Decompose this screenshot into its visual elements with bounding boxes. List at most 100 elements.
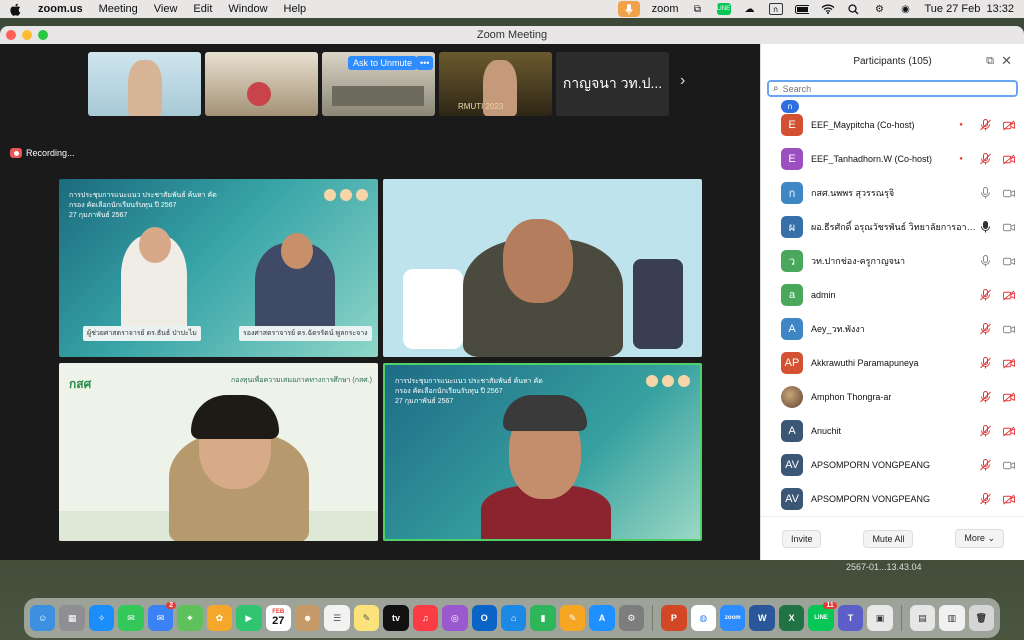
pages-icon[interactable]: ✎ xyxy=(559,605,586,631)
video-tile[interactable] xyxy=(383,179,702,357)
mic-icon[interactable] xyxy=(979,187,991,199)
mic-muted-icon[interactable] xyxy=(979,153,991,165)
mic-muted-icon[interactable] xyxy=(979,289,991,301)
calendar-icon[interactable]: FEB 27 xyxy=(265,605,291,631)
participant-row[interactable]: A Anuchit xyxy=(761,414,1024,448)
zoom-status-label[interactable]: zoom xyxy=(652,3,679,15)
participant-row[interactable]: A Aey_วท.พังงา xyxy=(761,312,1024,346)
video-icon[interactable] xyxy=(1003,459,1015,471)
apple-tv-icon[interactable]: tv xyxy=(383,605,409,631)
mic-muted-icon[interactable] xyxy=(979,493,991,505)
mic-muted-icon[interactable] xyxy=(979,425,991,437)
video-off-icon[interactable] xyxy=(1003,493,1015,505)
more-button[interactable]: More ⌄ xyxy=(955,529,1004,548)
video-tile[interactable]: การประชุมการแนะแนว ประชาสัมพันธ์ ค้นหา ค… xyxy=(59,179,378,357)
video-tile[interactable]: กสศ กองทุนเพื่อความเสมอภาคทางการศึกษา (ก… xyxy=(59,363,378,541)
video-tile-active-speaker[interactable]: การประชุมการแนะแนว ประชาสัมพันธ์ ค้นหา ค… xyxy=(383,363,702,541)
menu-window[interactable]: Window xyxy=(228,3,267,15)
photos-icon[interactable]: ✿ xyxy=(206,605,233,631)
notes-icon[interactable]: ✎ xyxy=(353,605,380,631)
video-off-icon[interactable] xyxy=(1003,153,1015,165)
video-off-icon[interactable] xyxy=(1003,425,1015,437)
participant-row[interactable]: a admin xyxy=(761,278,1024,312)
maps-icon[interactable]: ⌖ xyxy=(177,605,203,631)
chevron-right-icon[interactable]: › xyxy=(680,72,685,90)
music-icon[interactable]: ♫ xyxy=(412,605,439,631)
app-store-icon[interactable]: A xyxy=(589,605,615,631)
mic-icon[interactable] xyxy=(979,255,991,267)
document-stack-icon[interactable]: ▥ xyxy=(939,605,965,631)
video-icon[interactable] xyxy=(1003,221,1015,233)
participant-row[interactable]: E EEF_Tanhadhorn.W (Co-host) ● xyxy=(761,142,1024,176)
finder-icon[interactable]: ☺ xyxy=(30,605,56,631)
mic-icon[interactable] xyxy=(979,221,991,233)
participant-row[interactable]: E EEF_Maypitcha (Co-host) ● xyxy=(761,108,1024,142)
control-center-icon[interactable]: ⚙ xyxy=(873,3,887,15)
word-icon[interactable]: W xyxy=(749,605,775,631)
mic-muted-icon[interactable] xyxy=(979,459,991,471)
preview-icon[interactable]: ▣ xyxy=(867,605,893,631)
messages-icon[interactable]: ✉ xyxy=(118,605,144,631)
mic-muted-icon[interactable] xyxy=(979,391,991,403)
mic-status-icon[interactable] xyxy=(617,1,640,17)
teams-icon[interactable]: T xyxy=(837,605,864,631)
mail-icon[interactable]: ✉ 2 xyxy=(147,602,177,631)
menu-edit[interactable]: Edit xyxy=(193,3,212,15)
mute-all-button[interactable]: Mute All xyxy=(863,529,914,548)
recording-indicator[interactable]: Recording... xyxy=(10,148,75,158)
mic-muted-icon[interactable] xyxy=(979,357,991,369)
powerpoint-icon[interactable]: P xyxy=(661,605,687,631)
video-off-icon[interactable] xyxy=(1003,289,1015,301)
video-thumbnail-name-only[interactable]: กาญจนา วท.ป... xyxy=(556,52,669,116)
participant-row[interactable]: AV APSOMPORN VONGPEANG xyxy=(761,448,1024,482)
launchpad-icon[interactable]: ▦ xyxy=(59,605,85,631)
keyboard-input-icon[interactable]: ก xyxy=(768,3,783,15)
excel-icon[interactable]: X xyxy=(778,605,805,631)
contacts-icon[interactable]: ☻ xyxy=(294,605,321,631)
video-off-icon[interactable] xyxy=(1003,357,1015,369)
mic-muted-icon[interactable] xyxy=(979,119,991,131)
participant-row[interactable]: ก กสศ.นพพร สุวรรณรุจิ xyxy=(761,176,1024,210)
podcasts-icon[interactable]: ◎ xyxy=(442,605,468,631)
desktop-file-label[interactable]: 2567-01...13.43.04 xyxy=(846,562,922,572)
safari-icon[interactable]: ✧ xyxy=(88,605,115,631)
invite-button[interactable]: Invite xyxy=(781,529,822,548)
pop-out-icon[interactable]: ⧉ xyxy=(986,55,994,68)
participant-row[interactable]: AP Akkrawuthi Paramapuneya xyxy=(761,346,1024,380)
window-titlebar[interactable]: Zoom Meeting xyxy=(0,26,1024,44)
video-thumbnail[interactable] xyxy=(88,52,201,116)
wifi-icon[interactable] xyxy=(821,3,835,15)
zoom-app-icon[interactable]: zoom xyxy=(720,605,746,631)
facetime-icon[interactable]: ▶ xyxy=(236,605,262,631)
app-menu[interactable]: zoom.us xyxy=(38,3,83,15)
screen-share-icon[interactable]: ⧉ xyxy=(691,3,705,15)
video-icon[interactable] xyxy=(1003,323,1015,335)
reminders-icon[interactable]: ☰ xyxy=(324,605,350,631)
participant-row[interactable]: AV APSOMPORN VONGPEANG xyxy=(761,482,1024,516)
numbers-icon[interactable]: ▮ xyxy=(530,605,556,631)
menu-meeting[interactable]: Meeting xyxy=(99,3,138,15)
line-icon[interactable]: LINE xyxy=(716,3,731,15)
outlook-icon[interactable]: O xyxy=(471,605,497,631)
video-icon[interactable] xyxy=(1003,187,1015,199)
chrome-icon[interactable]: ◍ xyxy=(690,605,717,631)
participant-row[interactable]: Amphon Thongra-ar xyxy=(761,380,1024,414)
line-app-icon[interactable]: LINE 11 xyxy=(808,602,837,631)
keynote-icon[interactable]: ⌂ xyxy=(501,605,527,631)
mic-muted-icon[interactable] xyxy=(979,323,991,335)
thumbnail-more-button[interactable]: ••• xyxy=(416,56,434,70)
video-thumbnail[interactable] xyxy=(205,52,318,116)
apple-icon[interactable] xyxy=(10,2,24,16)
fullscreen-window-button[interactable] xyxy=(38,30,48,40)
participant-search[interactable]: ⌕ xyxy=(767,80,1018,97)
menu-help[interactable]: Help xyxy=(284,3,307,15)
system-settings-icon[interactable]: ⚙ xyxy=(618,605,645,631)
participant-row[interactable]: ผ ผอ.ธีรศักดิ์ อรุณวัชรพันธ์ วิทยาลัยการอ… xyxy=(761,210,1024,244)
menu-view[interactable]: View xyxy=(154,3,178,15)
search-input[interactable] xyxy=(782,83,983,94)
video-off-icon[interactable] xyxy=(1003,119,1015,131)
ask-to-unmute-button[interactable]: Ask to Unmute xyxy=(348,56,418,70)
spotlight-search-icon[interactable] xyxy=(847,3,861,15)
minimize-window-button[interactable] xyxy=(22,30,32,40)
battery-icon[interactable] xyxy=(794,3,809,15)
